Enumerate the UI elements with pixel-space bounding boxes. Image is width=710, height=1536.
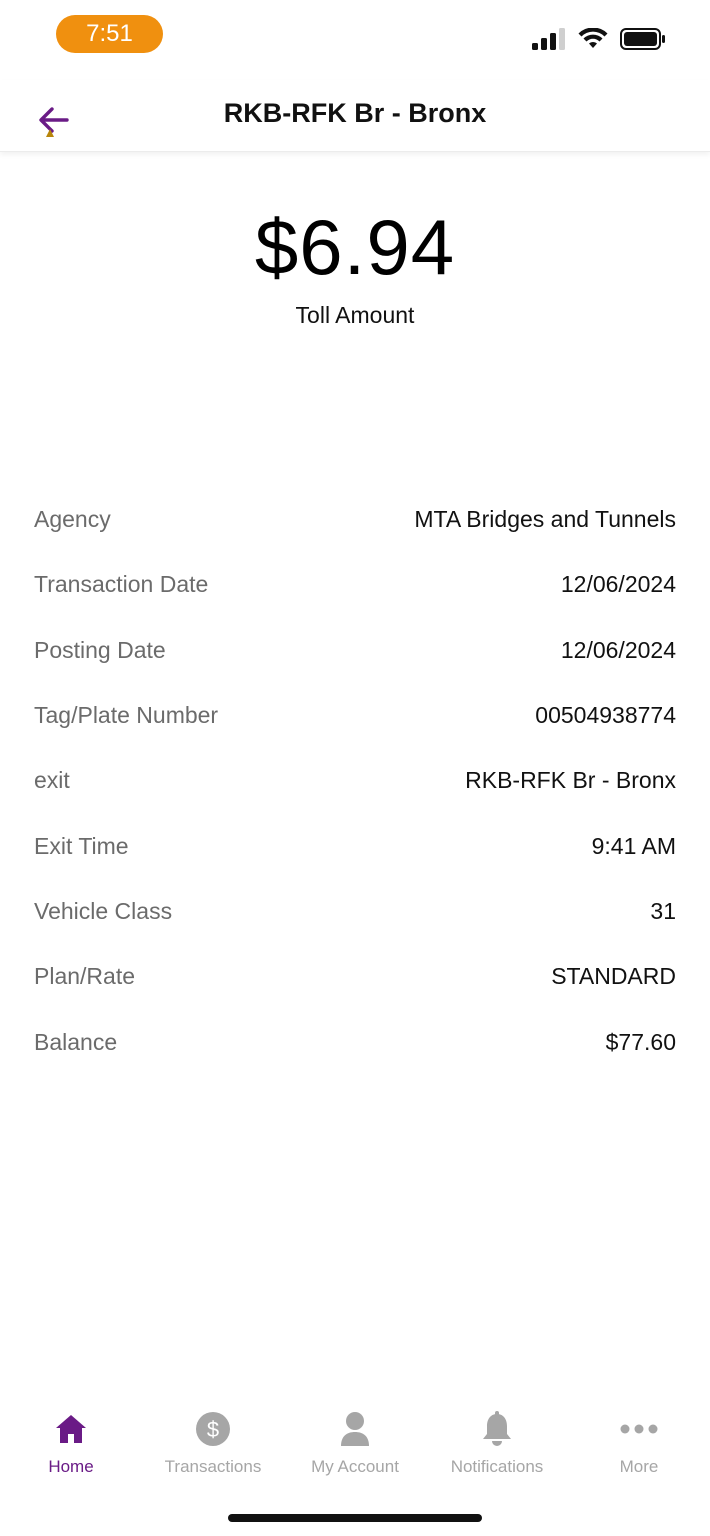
tab-transactions[interactable]: $ Transactions [142,1395,284,1485]
page-title: RKB-RFK Br - Bronx [223,98,487,128]
toll-amount-label: Toll Amount [295,302,415,328]
status-time: 7:51 [56,15,163,53]
battery-icon [620,27,666,55]
detail-value: MTA Bridges and Tunnels [414,506,676,533]
header-bar: RKB-RFK Br - Bronx [0,80,710,152]
detail-label: Plan/Rate [34,963,136,990]
detail-value: RKB-RFK Br - Bronx [465,767,676,794]
detail-row-vehicle-class: Vehicle Class 31 [34,879,676,944]
tab-label: Transactions [164,1457,262,1476]
detail-row-exit-time: Exit Time 9:41 AM [34,813,676,878]
back-arrow-icon [36,107,72,144]
dollar-circle-icon: $ [193,1409,233,1449]
transaction-details: Agency MTA Bridges and Tunnels Transacti… [34,487,676,1075]
detail-row-plan-rate: Plan/Rate STANDARD [34,944,676,1009]
detail-row-posting-date: Posting Date 12/06/2024 [34,618,676,683]
detail-label: Posting Date [34,636,166,663]
detail-value: $77.60 [605,1028,676,1055]
detail-label: Balance [34,1028,118,1055]
tab-label: Home [48,1457,94,1476]
home-icon [51,1409,91,1449]
detail-value: 12/06/2024 [560,571,676,598]
tab-my-account[interactable]: My Account [284,1395,426,1485]
more-dots-icon [619,1409,659,1449]
detail-value: 00504938774 [535,702,676,729]
status-icons [532,26,666,56]
detail-row-agency: Agency MTA Bridges and Tunnels [34,487,676,552]
tab-home[interactable]: Home [0,1395,142,1485]
person-icon [335,1409,375,1449]
wifi-icon [578,26,608,55]
detail-row-balance: Balance $77.60 [34,1009,676,1074]
detail-label: Tag/Plate Number [34,702,219,729]
tab-label: Notifications [450,1457,544,1476]
tab-label: My Account [311,1457,399,1476]
tab-bar: Home $ Transactions My Account Notificat… [0,1395,710,1485]
tab-label: More [619,1457,659,1476]
detail-label: Exit Time [34,832,129,859]
detail-value: 31 [650,897,676,924]
svg-text:$: $ [207,1417,219,1442]
home-indicator[interactable] [228,1514,482,1522]
detail-value: 9:41 AM [591,832,676,859]
detail-label: Transaction Date [34,571,209,598]
signal-icon [532,27,566,55]
detail-label: Vehicle Class [34,897,173,924]
detail-label: Agency [34,506,111,533]
detail-row-exit: exit RKB-RFK Br - Bronx [34,748,676,813]
detail-label: exit [34,767,70,794]
tab-more[interactable]: More [568,1395,710,1485]
tab-notifications[interactable]: Notifications [426,1395,568,1485]
detail-row-tag-plate: Tag/Plate Number 00504938774 [34,683,676,748]
status-bar: 7:51 [0,0,710,72]
bell-icon [477,1409,517,1449]
toll-amount: $6.94 [254,203,456,291]
detail-row-transaction-date: Transaction Date 12/06/2024 [34,552,676,617]
detail-value: 12/06/2024 [560,636,676,663]
detail-value: STANDARD [551,963,676,990]
